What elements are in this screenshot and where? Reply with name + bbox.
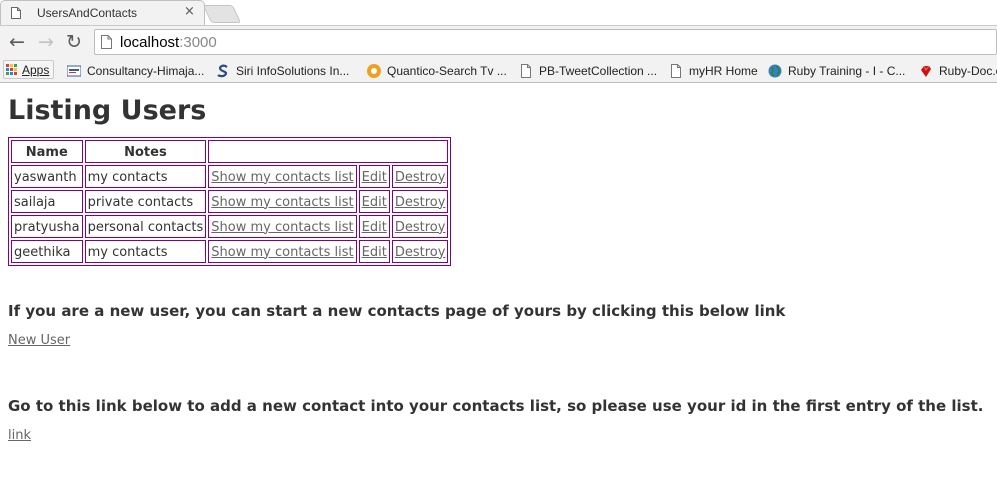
bookmark-apps[interactable]: Apps — [3, 60, 55, 79]
destroy-cell: Destroy — [391, 190, 449, 213]
bookmark-label: Ruby Training - I - C... — [788, 63, 906, 78]
destroy-link[interactable]: Destroy — [395, 170, 446, 185]
page-icon — [11, 7, 21, 19]
bookmark-label: myHR Home — [689, 63, 758, 78]
add-contact-link[interactable]: link — [8, 428, 31, 443]
user-name-cell: yaswanth — [11, 165, 83, 188]
page-content: Listing Users Name Notes yaswanth my con… — [8, 83, 993, 443]
bookmark-ruby-doc[interactable]: Ruby-Doc.o — [919, 59, 997, 82]
add-contact-instructions: Go to this link below to add a new conta… — [8, 397, 984, 415]
bookmark-label: Apps — [22, 62, 50, 77]
column-header-actions — [208, 140, 449, 163]
show-contacts-cell: Show my contacts list — [208, 165, 357, 188]
page-icon — [521, 63, 531, 78]
show-contacts-cell: Show my contacts list — [208, 190, 357, 213]
bookmark-label: Siri InfoSolutions In... — [236, 63, 350, 78]
bookmark-label: PB-TweetCollection ... — [539, 63, 658, 78]
url-port: :3000 — [179, 34, 217, 51]
users-table: Name Notes yaswanth my contacts Show my … — [8, 137, 452, 266]
bookmark-label: Quantico-Search Tv ... — [387, 63, 507, 78]
edit-cell: Edit — [358, 165, 390, 188]
ruby-icon — [921, 65, 931, 77]
tab-title: UsersAndContacts — [37, 6, 138, 20]
address-bar[interactable]: localhost:3000 — [94, 29, 997, 55]
show-contacts-link[interactable]: Show my contacts list — [211, 245, 353, 260]
bookmark-quantico-search[interactable]: Quantico-Search Tv ... — [367, 59, 507, 82]
table-row: pratyusha personal contacts Show my cont… — [11, 215, 449, 238]
show-contacts-link[interactable]: Show my contacts list — [211, 195, 353, 210]
globe-icon — [768, 64, 782, 77]
edit-cell: Edit — [358, 190, 390, 213]
show-contacts-link[interactable]: Show my contacts list — [211, 220, 353, 235]
url-host: localhost — [120, 34, 180, 51]
table-header-row: Name Notes — [11, 140, 449, 163]
swirl-logo-icon — [217, 64, 228, 77]
close-tab-icon[interactable]: × — [184, 4, 195, 19]
bookmark-label: Ruby-Doc.o — [939, 63, 997, 78]
user-notes-cell: my contacts — [84, 165, 207, 188]
page-title: Listing Users — [8, 95, 207, 126]
destroy-cell: Destroy — [391, 240, 449, 263]
column-header-name: Name — [11, 140, 83, 163]
show-contacts-cell: Show my contacts list — [208, 240, 357, 263]
new-user-link[interactable]: New User — [8, 333, 70, 348]
edit-link[interactable]: Edit — [362, 195, 387, 210]
user-name-cell: sailaja — [11, 190, 83, 213]
site-logo-icon — [67, 65, 81, 76]
show-contacts-cell: Show my contacts list — [208, 215, 357, 238]
new-tab-button[interactable] — [202, 5, 242, 23]
column-header-notes: Notes — [84, 140, 207, 163]
user-name-cell: pratyusha — [11, 215, 83, 238]
user-name-cell: geethika — [11, 240, 83, 263]
browser-tab[interactable]: UsersAndContacts × — [0, 0, 205, 25]
destroy-link[interactable]: Destroy — [395, 220, 446, 235]
destroy-link[interactable]: Destroy — [395, 195, 446, 210]
bookmark-label: Consultancy-Himaja... — [87, 63, 205, 78]
user-notes-cell: my contacts — [84, 240, 207, 263]
table-row: sailaja private contacts Show my contact… — [11, 190, 449, 213]
quantico-logo-icon — [367, 63, 381, 78]
table-row: geethika my contacts Show my contacts li… — [11, 240, 449, 263]
bookmark-myhr-home[interactable]: myHR Home — [669, 59, 758, 82]
user-notes-cell: personal contacts — [84, 215, 207, 238]
page-icon — [671, 63, 681, 78]
edit-link[interactable]: Edit — [362, 170, 387, 185]
back-arrow-icon[interactable]: ← — [7, 30, 27, 54]
bookmark-ruby-training[interactable]: Ruby Training - I - C... — [768, 59, 905, 82]
user-notes-cell: private contacts — [84, 190, 207, 213]
apps-grid-icon — [6, 64, 17, 75]
browser-toolbar: ← → ↻ localhost:3000 — [0, 26, 997, 59]
new-user-instructions: If you are a new user, you can start a n… — [8, 302, 786, 320]
url-text: localhost:3000 — [120, 34, 217, 51]
bookmark-pb-tweetcollection[interactable]: PB-TweetCollection ... — [519, 59, 657, 82]
reload-icon[interactable]: ↻ — [64, 30, 84, 54]
destroy-cell: Destroy — [391, 215, 449, 238]
show-contacts-link[interactable]: Show my contacts list — [211, 170, 353, 185]
tab-strip: UsersAndContacts × — [0, 0, 997, 26]
destroy-cell: Destroy — [391, 165, 449, 188]
edit-cell: Edit — [358, 215, 390, 238]
edit-link[interactable]: Edit — [362, 220, 387, 235]
forward-arrow-icon[interactable]: → — [36, 30, 56, 54]
table-row: yaswanth my contacts Show my contacts li… — [11, 165, 449, 188]
edit-link[interactable]: Edit — [362, 245, 387, 260]
page-icon — [101, 35, 112, 49]
bookmark-consultancy[interactable]: Consultancy-Himaja... — [67, 59, 204, 82]
bookmarks-bar: Apps Consultancy-Himaja... Siri InfoSolu… — [0, 59, 997, 83]
bookmark-siri-infosolutions[interactable]: Siri InfoSolutions In... — [216, 59, 349, 82]
destroy-link[interactable]: Destroy — [395, 245, 446, 260]
edit-cell: Edit — [358, 240, 390, 263]
